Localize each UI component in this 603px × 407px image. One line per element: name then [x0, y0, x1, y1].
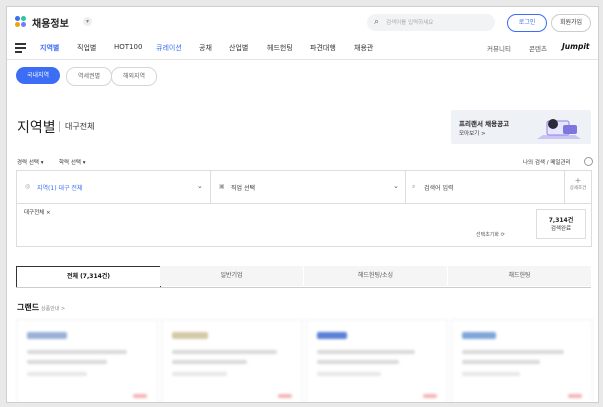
search-complete-label: 검색완료	[550, 226, 572, 232]
nav-contents[interactable]: 콘텐츠	[529, 43, 547, 53]
tab-domestic[interactable]: 국내지역	[16, 67, 60, 84]
nav-item-recruit-hall[interactable]: 채용관	[354, 43, 373, 53]
chip-daegu[interactable]: 대구전체 ×	[24, 208, 51, 216]
search-input[interactable]: ⌕ 검색어를 입력하세요	[367, 14, 495, 31]
tab-headhunting[interactable]: 헤드헌팅/소싱	[304, 266, 447, 286]
job-card[interactable]	[161, 319, 303, 402]
tab-general[interactable]: 일반기업	[160, 266, 303, 286]
education-filter[interactable]: 학력 선택 ▾	[59, 158, 86, 166]
grand-product-link[interactable]: 상품안내 >	[41, 305, 65, 312]
chevron-down-icon: ⌄	[393, 182, 399, 190]
briefcase-icon: ▣	[219, 183, 225, 190]
search-complete-button[interactable]: 7,314건 검색완료	[536, 209, 586, 239]
top-header: 채용정보 ▾ ⌕ 검색어를 입력하세요 로그인 회원가입	[7, 7, 598, 37]
detail-label: 상세조건	[569, 186, 587, 191]
nav-item-curation[interactable]: 큐레이션	[156, 43, 182, 53]
grand-cards	[16, 319, 593, 402]
job-select-value: 직업 선택	[231, 185, 255, 192]
brand-title[interactable]: 채용정보	[32, 15, 69, 30]
plus-icon: +	[574, 176, 582, 185]
job-card[interactable]	[16, 319, 158, 402]
job-card[interactable]	[451, 319, 593, 402]
result-tabs: 전체 (7,314건) 일반기업 헤드헌팅/소싱 채드헌팅	[16, 266, 591, 288]
job-select[interactable]: ▣ 직업 선택 ⌄	[211, 171, 406, 203]
login-button[interactable]: 로그인	[507, 14, 547, 32]
laptop-illustration-icon	[537, 119, 581, 139]
saramin-logo-icon[interactable]	[15, 16, 27, 28]
search-conditions: ◎ 지역(1) 대구 전체 ⌄ ▣ 직업 선택 ⌄ ⌕ 검색어 입력 + 상세조…	[16, 170, 592, 204]
grand-section-title: 그랜드	[17, 303, 40, 312]
education-filter-label: 학력 선택	[59, 160, 81, 166]
menu-icon[interactable]	[15, 43, 26, 53]
banner-link: 모아보기 >	[459, 131, 486, 137]
nav-community[interactable]: 커뮤니티	[487, 43, 511, 53]
nav-item-public[interactable]: 공채	[199, 43, 212, 53]
career-filter-label: 경력 선택	[17, 160, 39, 166]
tab-dispatch[interactable]: 채드헌팅	[448, 266, 591, 286]
search-placeholder: 검색어를 입력하세요	[386, 20, 434, 26]
location-pin-icon: ◎	[25, 183, 31, 190]
chevron-down-icon: ⌄	[197, 182, 203, 190]
tab-overseas[interactable]: 해외지역	[111, 67, 157, 86]
result-count: 7,314건	[548, 217, 574, 224]
banner-title: 프리랜서 채용공고	[459, 120, 510, 128]
brand-dropdown-icon[interactable]: ▾	[83, 17, 92, 26]
gear-icon[interactable]	[584, 157, 593, 166]
page-subtitle: 대구전체	[59, 121, 94, 132]
keyword-placeholder: 검색어 입력	[424, 185, 454, 192]
reset-button[interactable]: 선택초기화 ⟳	[476, 231, 505, 238]
selected-chips-area: 대구전체 × 선택초기화 ⟳ 7,314건 검색완료	[16, 202, 592, 247]
freelancer-banner[interactable]: 프리랜서 채용공고 모아보기 >	[451, 110, 591, 144]
jumpit-logo[interactable]: Jumpit	[562, 42, 589, 51]
job-card[interactable]	[306, 319, 448, 402]
tab-station[interactable]: 역세권별	[66, 67, 112, 86]
nav-item-industry[interactable]: 산업별	[229, 43, 248, 53]
region-select-value: 지역(1) 대구 전체	[37, 185, 83, 192]
nav-item-hot100[interactable]: HOT100	[114, 43, 142, 51]
nav-item-region[interactable]: 지역별	[40, 43, 59, 53]
browser-frame: 채용정보 ▾ ⌕ 검색어를 입력하세요 로그인 회원가입 지역별 직업별 HOT…	[6, 6, 599, 403]
career-filter[interactable]: 경력 선택 ▾	[17, 158, 44, 166]
nav-item-headhunting[interactable]: 헤드헌팅	[267, 43, 293, 53]
nav-item-dispatch[interactable]: 파견대행	[310, 43, 336, 53]
search-icon: ⌕	[374, 17, 380, 27]
tab-all[interactable]: 전체 (7,314건)	[16, 266, 161, 287]
main-nav: 지역별 직업별 HOT100 큐레이션 공채 산업별 헤드헌팅 파견대행 채용관…	[7, 37, 598, 60]
region-select[interactable]: ◎ 지역(1) 대구 전체 ⌄	[17, 171, 211, 203]
nav-item-job[interactable]: 직업별	[77, 43, 96, 53]
page-title: 지역별	[17, 120, 56, 136]
keyword-input[interactable]: ⌕ 검색어 입력	[406, 171, 565, 203]
my-search-link[interactable]: 나의 검색 / 메일관리	[523, 158, 571, 166]
join-button[interactable]: 회원가입	[551, 14, 591, 32]
search-icon: ⌕	[412, 183, 416, 190]
detail-conditions-button[interactable]: + 상세조건	[565, 171, 591, 203]
